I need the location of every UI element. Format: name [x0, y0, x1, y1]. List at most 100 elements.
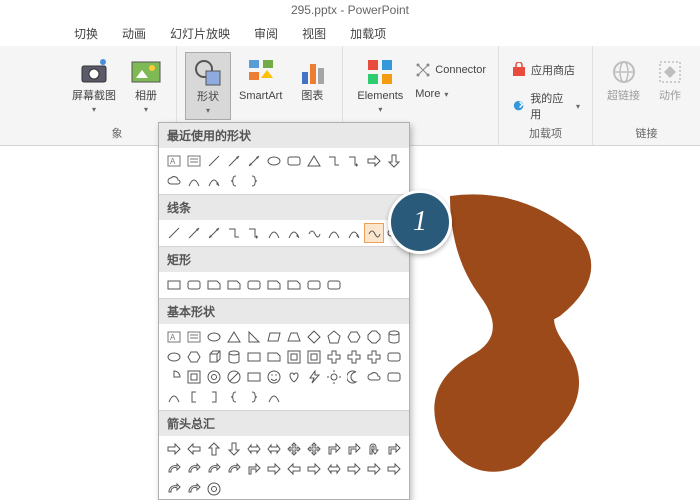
- shape-rrect[interactable]: [185, 276, 203, 294]
- shape-bArrow[interactable]: [265, 440, 283, 458]
- shape-curve[interactable]: [265, 224, 283, 242]
- shape-rrect[interactable]: [385, 368, 403, 386]
- shape-dArrow[interactable]: [225, 440, 243, 458]
- elements-button[interactable]: Elements ▾: [351, 52, 409, 118]
- screenshot-button[interactable]: 屏幕截图 ▾: [66, 52, 122, 118]
- shape-rect[interactable]: [245, 348, 263, 366]
- shape-line[interactable]: [165, 224, 183, 242]
- shape-sun[interactable]: [325, 368, 343, 386]
- shape-plus[interactable]: [325, 348, 343, 366]
- shape-rect[interactable]: [165, 276, 183, 294]
- shape-freeform[interactable]: [305, 224, 323, 242]
- shape-cyl[interactable]: [385, 328, 403, 346]
- shape-elbow[interactable]: [225, 224, 243, 242]
- shape-curveA[interactable]: [285, 224, 303, 242]
- shape-rArrow[interactable]: [385, 460, 403, 478]
- shape-donut[interactable]: [205, 368, 223, 386]
- shape-heart[interactable]: [285, 368, 303, 386]
- shape-curve[interactable]: [165, 388, 183, 406]
- shape-rArrow[interactable]: [365, 460, 383, 478]
- shape-plus[interactable]: [345, 348, 363, 366]
- shape-rect[interactable]: [245, 368, 263, 386]
- shape-rbrack[interactable]: [205, 388, 223, 406]
- shape-curve[interactable]: [185, 172, 203, 190]
- shape-frame[interactable]: [185, 368, 203, 386]
- shape-brace[interactable]: [225, 172, 243, 190]
- shape-para[interactable]: [265, 328, 283, 346]
- shape-rArrow[interactable]: [305, 460, 323, 478]
- shape-frame[interactable]: [285, 348, 303, 366]
- shape-curveR[interactable]: [185, 480, 203, 498]
- shape-bentA[interactable]: [345, 440, 363, 458]
- shape-elbow[interactable]: [325, 152, 343, 170]
- shape-rrect[interactable]: [325, 276, 343, 294]
- shape-lArrow[interactable]: [285, 460, 303, 478]
- shape-lineA[interactable]: [185, 224, 203, 242]
- tab-transitions[interactable]: 切换: [72, 21, 100, 46]
- shape-tri[interactable]: [305, 152, 323, 170]
- shape-quadA[interactable]: [285, 440, 303, 458]
- shape-lineA[interactable]: [225, 152, 243, 170]
- myapps-button[interactable]: 我的应用 ▾: [507, 88, 584, 124]
- shape-lbrack[interactable]: [185, 388, 203, 406]
- shape-cloud[interactable]: [365, 368, 383, 386]
- shape-curveR[interactable]: [165, 480, 183, 498]
- tab-view[interactable]: 视图: [300, 21, 328, 46]
- shape-rArrow[interactable]: [345, 460, 363, 478]
- shape-lArrow[interactable]: [185, 440, 203, 458]
- shape-trap[interactable]: [285, 328, 303, 346]
- shape-textbox[interactable]: A: [165, 328, 183, 346]
- shape-moon[interactable]: [345, 368, 363, 386]
- shape-hex[interactable]: [345, 328, 363, 346]
- shape-rArrow[interactable]: [265, 460, 283, 478]
- shape-curveR[interactable]: [225, 460, 243, 478]
- shape-elbowA[interactable]: [245, 224, 263, 242]
- shape-textbox2[interactable]: [185, 328, 203, 346]
- shape-bentA[interactable]: [325, 440, 343, 458]
- shape-line[interactable]: [205, 152, 223, 170]
- shape-bentA[interactable]: [385, 440, 403, 458]
- shape-quadA[interactable]: [305, 440, 323, 458]
- shape-textbox[interactable]: A: [165, 152, 183, 170]
- shapes-button[interactable]: 形状 ▾: [185, 52, 231, 120]
- shape-brace[interactable]: [225, 388, 243, 406]
- shape-curveA[interactable]: [205, 172, 223, 190]
- tab-animations[interactable]: 动画: [120, 21, 148, 46]
- shape-bArrow[interactable]: [325, 460, 343, 478]
- connector-button[interactable]: Connector: [411, 60, 490, 80]
- tab-review[interactable]: 审阅: [252, 21, 280, 46]
- shape-brace2[interactable]: [245, 172, 263, 190]
- shape-freeform[interactable]: [365, 224, 383, 242]
- shape-rArrow[interactable]: [365, 152, 383, 170]
- shape-rtri[interactable]: [245, 328, 263, 346]
- shape-plus[interactable]: [365, 348, 383, 366]
- shape-uArrow[interactable]: [205, 440, 223, 458]
- shape-rcut[interactable]: [225, 276, 243, 294]
- shape-lineAA[interactable]: [245, 152, 263, 170]
- shape-rcut[interactable]: [265, 276, 283, 294]
- shape-pie[interactable]: [165, 368, 183, 386]
- shape-bArrow[interactable]: [245, 440, 263, 458]
- smartart-button[interactable]: SmartArt: [233, 52, 288, 107]
- shape-lineAA[interactable]: [205, 224, 223, 242]
- shape-curveR[interactable]: [185, 460, 203, 478]
- tab-slideshow[interactable]: 幻灯片放映: [168, 21, 232, 46]
- shape-pent[interactable]: [325, 328, 343, 346]
- shape-brace2[interactable]: [245, 388, 263, 406]
- shape-curveR[interactable]: [165, 460, 183, 478]
- shape-curve[interactable]: [325, 224, 343, 242]
- shape-uturn[interactable]: [365, 440, 383, 458]
- shape-bentA[interactable]: [245, 460, 263, 478]
- more-button[interactable]: More ▾: [411, 86, 490, 102]
- action-button[interactable]: 动作: [648, 52, 692, 107]
- shape-noentry[interactable]: [225, 368, 243, 386]
- shape-rcut[interactable]: [265, 348, 283, 366]
- shape-frame[interactable]: [305, 348, 323, 366]
- shape-curveR[interactable]: [205, 460, 223, 478]
- shape-rrect[interactable]: [245, 276, 263, 294]
- tab-addins[interactable]: 加载项: [348, 21, 388, 46]
- shape-hex[interactable]: [185, 348, 203, 366]
- shape-curveA[interactable]: [345, 224, 363, 242]
- shape-rcut[interactable]: [285, 276, 303, 294]
- shape-oval[interactable]: [265, 152, 283, 170]
